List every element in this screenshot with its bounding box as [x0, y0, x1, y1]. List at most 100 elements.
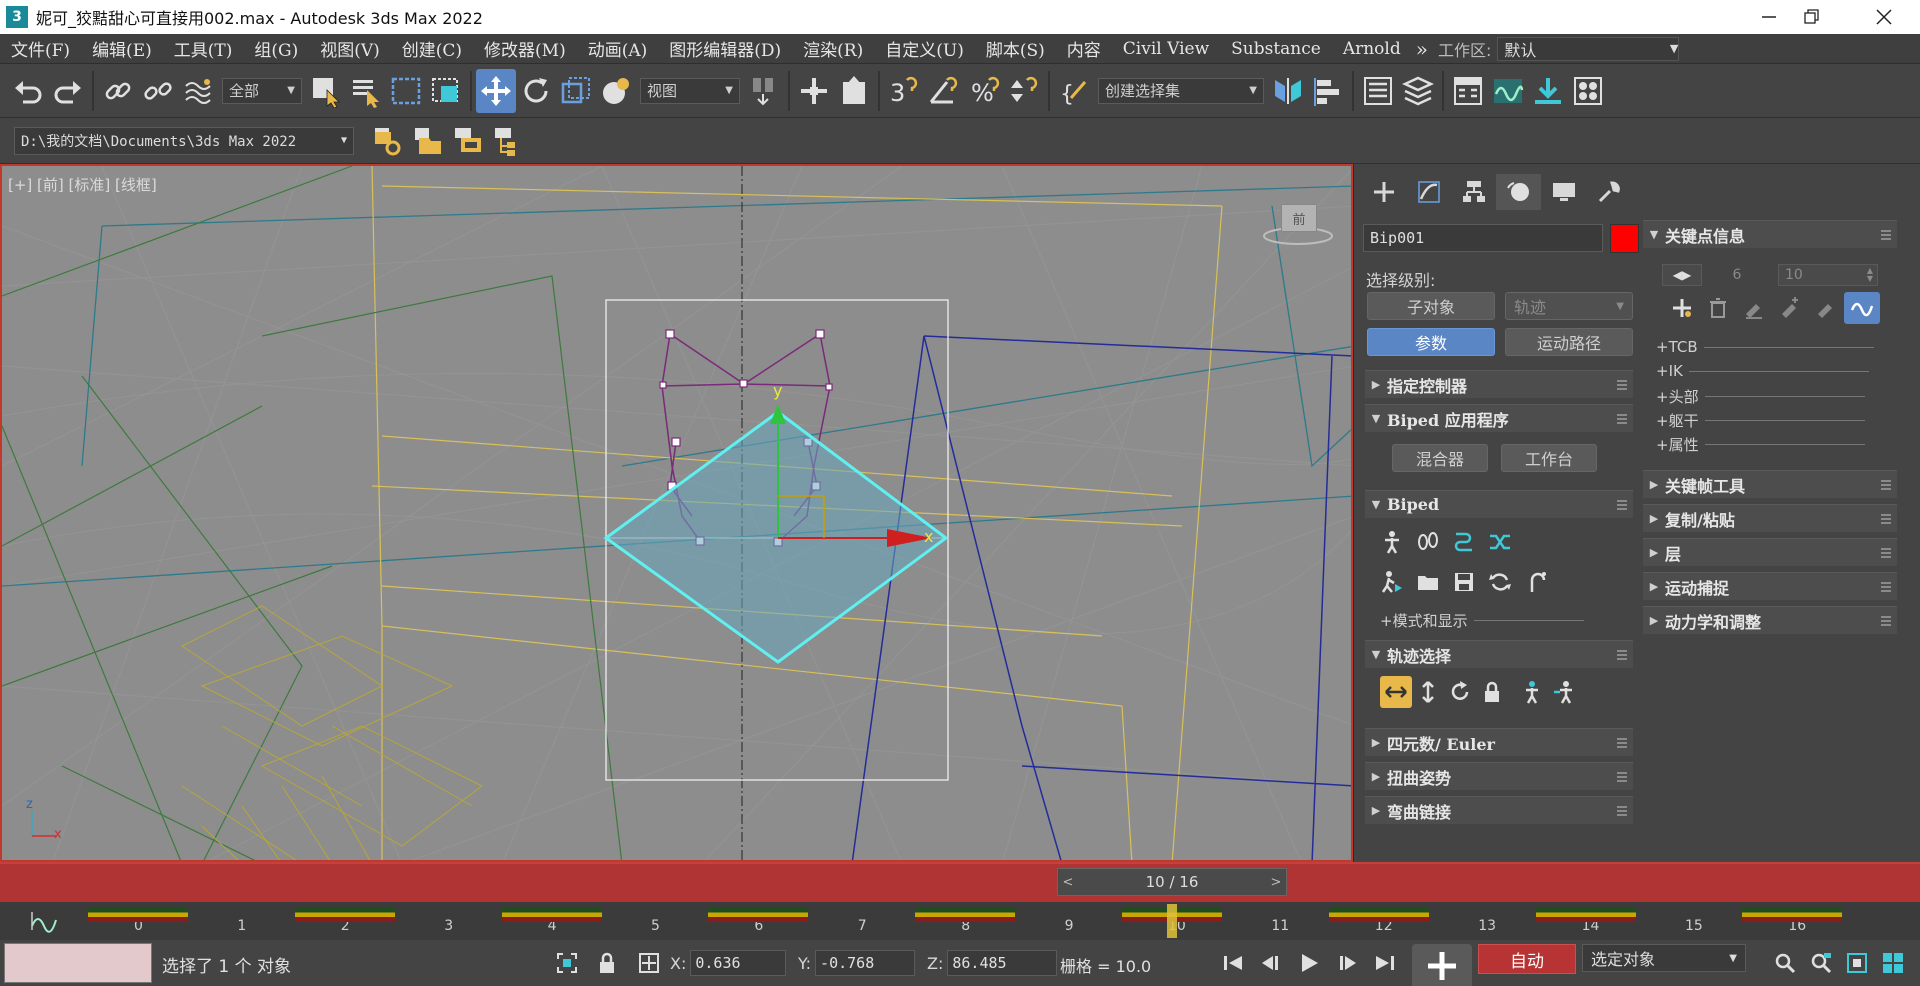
key-time-spinner[interactable]: 10 ▲ ▼: [1778, 264, 1878, 286]
key-block[interactable]: [708, 908, 809, 922]
key-block[interactable]: [1535, 908, 1636, 922]
mixer-button[interactable]: 混合器: [1392, 444, 1488, 472]
rollout-dynamics[interactable]: ▶ 动力学和调整: [1643, 606, 1897, 634]
curve-editor-button[interactable]: [1488, 69, 1528, 113]
body-vertical-button[interactable]: [1412, 676, 1444, 708]
key-block[interactable]: [915, 908, 1016, 922]
motion-path-button[interactable]: 运动路径: [1505, 328, 1633, 356]
set-planted-key-button[interactable]: [1736, 292, 1772, 324]
current-frame-marker[interactable]: [1167, 904, 1177, 938]
project-new-button[interactable]: [448, 119, 488, 163]
track-bar[interactable]: 012345678910111213141516: [0, 902, 1920, 940]
tab-display[interactable]: [1541, 174, 1586, 210]
viewport-label[interactable]: [+] [前] [标准] [线框]: [8, 174, 157, 195]
project-structure-button[interactable]: [488, 119, 528, 163]
auto-key-button[interactable]: 自动: [1478, 944, 1576, 974]
z-field[interactable]: 86.485: [947, 950, 1058, 976]
select-manipulate-button[interactable]: [794, 69, 834, 113]
trajectories-button[interactable]: [1844, 292, 1880, 324]
time-slider[interactable]: < 10 / 16 >: [1057, 868, 1287, 896]
mirror-button[interactable]: [1268, 69, 1308, 113]
go-to-start-button[interactable]: [1218, 948, 1248, 978]
align-button[interactable]: [1308, 69, 1348, 113]
menu-edit[interactable]: 编辑(E): [81, 36, 163, 61]
opposite-button[interactable]: [1548, 676, 1580, 708]
select-and-rotate-button[interactable]: [516, 69, 556, 113]
layer-explorer-button[interactable]: [1398, 69, 1438, 113]
prev-frame-arrow-icon[interactable]: <: [1058, 869, 1078, 895]
move-all-mode-button[interactable]: [1518, 566, 1554, 598]
menu-modifiers[interactable]: 修改器(M): [473, 36, 577, 61]
set-key-button[interactable]: [1664, 292, 1700, 324]
menu-overflow[interactable]: »: [1412, 37, 1432, 61]
selection-lock-button[interactable]: [592, 948, 622, 978]
y-field[interactable]: -0.768: [815, 950, 916, 976]
close-button[interactable]: [1855, 0, 1913, 34]
tab-motion[interactable]: [1496, 174, 1541, 210]
body-horizontal-button[interactable]: [1380, 676, 1412, 708]
key-block[interactable]: [1328, 908, 1429, 922]
next-frame-arrow-icon[interactable]: >: [1266, 869, 1286, 895]
menu-tools[interactable]: 工具(T): [163, 36, 244, 61]
prev-next-key-button[interactable]: ◀▶: [1662, 264, 1702, 286]
percent-snap-button[interactable]: %: [964, 69, 1004, 113]
head-section[interactable]: +头部: [1656, 386, 1865, 407]
zoom-extents-all-button[interactable]: [1878, 948, 1908, 978]
tab-modify[interactable]: [1406, 174, 1451, 210]
menu-civil-view[interactable]: Civil View: [1112, 39, 1220, 59]
convert-button[interactable]: [1482, 566, 1518, 598]
rollout-motion-capture[interactable]: ▶ 运动捕捉: [1643, 572, 1897, 600]
restore-button[interactable]: [1783, 0, 1841, 34]
window-crossing-button[interactable]: [426, 69, 466, 113]
rollout-keyframe-tools[interactable]: ▶ 关键帧工具: [1643, 470, 1897, 498]
next-frame-button[interactable]: [1332, 948, 1362, 978]
tab-create[interactable]: [1361, 174, 1406, 210]
x-field[interactable]: 0.636: [690, 950, 787, 976]
zoom-button[interactable]: [1770, 948, 1800, 978]
save-file-button[interactable]: [1446, 566, 1482, 598]
rollout-assign-controller[interactable]: ▶ 指定控制器: [1365, 370, 1633, 398]
mixer-mode-button[interactable]: [1482, 526, 1518, 558]
tcb-section[interactable]: +TCB: [1656, 338, 1874, 356]
select-by-name-button[interactable]: [346, 69, 386, 113]
motion-flow-button[interactable]: [1446, 526, 1482, 558]
rollout-quaternion-euler[interactable]: ▶ 四元数/ Euler: [1365, 728, 1633, 756]
footstep-mode-button[interactable]: [1410, 526, 1446, 558]
set-sliding-key-button[interactable]: [1772, 292, 1808, 324]
menu-customize[interactable]: 自定义(U): [874, 36, 975, 61]
params-button[interactable]: 参数: [1367, 328, 1495, 356]
tab-utilities[interactable]: [1586, 174, 1631, 210]
mini-curve-editor-icon[interactable]: [30, 908, 60, 934]
ik-section[interactable]: +IK: [1656, 362, 1869, 380]
reference-coord-dropdown[interactable]: 视图 ▼: [640, 77, 740, 104]
menu-graph-editors[interactable]: 图形编辑器(D): [658, 36, 792, 61]
select-and-move-button[interactable]: [476, 68, 516, 113]
rollout-track-selection[interactable]: ▼ 轨迹选择: [1365, 640, 1633, 668]
set-key-mode-button[interactable]: [1412, 944, 1472, 986]
body-rotation-button[interactable]: [1444, 676, 1476, 708]
toggle-ribbon-button[interactable]: [1448, 69, 1488, 113]
rect-selection-region-button[interactable]: [386, 69, 426, 113]
menu-substance[interactable]: Substance: [1220, 39, 1332, 59]
trajectory-dropdown[interactable]: 轨迹 ▼: [1505, 292, 1633, 320]
workbench-button[interactable]: 工作台: [1501, 444, 1597, 472]
isolate-selection-button[interactable]: [552, 948, 582, 978]
angle-snap-button[interactable]: [924, 69, 964, 113]
rollout-biped-apps[interactable]: ▼ Biped 应用程序: [1365, 404, 1633, 432]
rollout-bend-links[interactable]: ▶ 弯曲链接: [1365, 796, 1633, 824]
keyboard-shortcut-override-button[interactable]: [834, 69, 874, 113]
object-name-field[interactable]: Bip001: [1363, 224, 1603, 252]
undo-button[interactable]: [8, 69, 48, 113]
schematic-view-button[interactable]: [1528, 69, 1568, 113]
rollout-copy-paste[interactable]: ▶ 复制/粘贴: [1643, 504, 1897, 532]
project-folder-button[interactable]: [408, 119, 448, 163]
key-set-dropdown[interactable]: 选定对象 ▼: [1582, 944, 1746, 972]
key-block[interactable]: [501, 908, 602, 922]
spinner-snap-button[interactable]: [1004, 69, 1044, 113]
rollout-key-info[interactable]: ▼ 关键点信息: [1643, 220, 1897, 248]
project-path-dropdown[interactable]: D:\我的文档\Documents\3ds Max 2022 ▼: [14, 126, 354, 155]
menu-group[interactable]: 组(G): [243, 36, 309, 61]
menu-scripting[interactable]: 脚本(S): [975, 36, 1056, 61]
load-file-button[interactable]: [1410, 566, 1446, 598]
select-and-place-button[interactable]: [596, 69, 636, 113]
